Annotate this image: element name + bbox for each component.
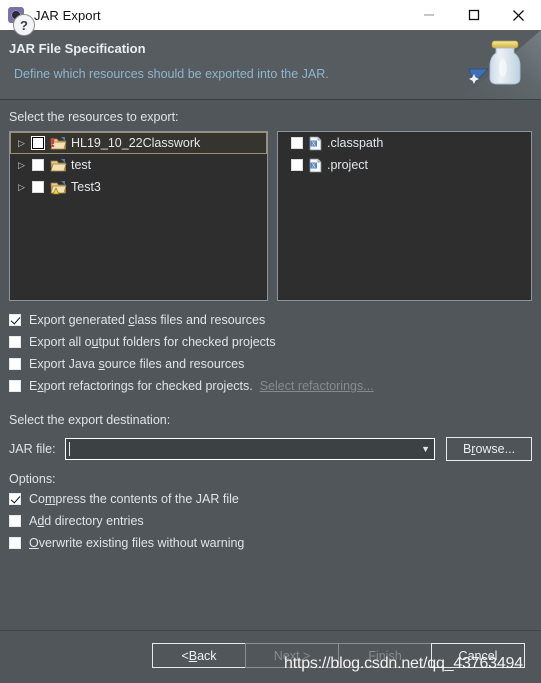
- wizard-header: JAR File Specification Define which reso…: [0, 30, 541, 100]
- option-checkbox[interactable]: [9, 336, 21, 348]
- page-subtitle: Define which resources should be exporte…: [14, 67, 329, 81]
- watermark: https://blog.csdn.net/qq_43763494: [284, 655, 523, 672]
- select-refactorings-link: Select refactorings...: [259, 379, 374, 393]
- option-checkbox[interactable]: [9, 515, 21, 527]
- tree-checkbox[interactable]: [32, 137, 44, 149]
- file-label: .classpath: [327, 136, 384, 150]
- tree-row[interactable]: ▷ Test3: [10, 176, 267, 198]
- option-export-java-source-files[interactable]: Export Java source files and resources: [9, 353, 532, 375]
- option-add-directory-entries[interactable]: Add directory entries: [9, 510, 532, 532]
- next-mnemonic: N: [273, 648, 283, 663]
- tree-row-label: Test3: [71, 180, 101, 194]
- browse-label-post: owse...: [475, 442, 516, 456]
- jar-export-dialog: JAR Export JAR File Specification Define…: [0, 0, 541, 683]
- option-checkbox[interactable]: [9, 537, 21, 549]
- window-controls: [406, 0, 541, 30]
- close-icon[interactable]: [496, 0, 541, 30]
- project-tree[interactable]: ▷ HL19_10_22Classwork ▷ test ▷ Test3: [9, 131, 268, 301]
- option-compress-contents[interactable]: Compress the contents of the JAR file: [9, 488, 532, 510]
- svg-text:X: X: [312, 141, 317, 147]
- option-checkbox[interactable]: [9, 380, 21, 392]
- option-checkbox[interactable]: [9, 493, 21, 505]
- option-checkbox[interactable]: [9, 314, 21, 326]
- resources-label: Select the resources to export:: [9, 110, 179, 124]
- export-options-group: Export generated class files and resourc…: [9, 309, 532, 397]
- expand-arrow-icon[interactable]: ▷: [18, 138, 32, 148]
- option-export-all-output-folders[interactable]: Export all output folders for checked pr…: [9, 331, 532, 353]
- option-label-post: press the contents of the JAR file: [55, 492, 239, 506]
- expand-arrow-icon[interactable]: ▷: [18, 160, 32, 170]
- option-label-pre: Co: [29, 492, 45, 506]
- page-title: JAR File Specification: [9, 41, 146, 56]
- text-caret: [69, 442, 70, 456]
- option-label-post: lass files and resources: [134, 313, 266, 327]
- jar-file-combo[interactable]: ▼: [65, 438, 435, 460]
- resource-panels: ▷ HL19_10_22Classwork ▷ test ▷ Test3 X .…: [9, 131, 532, 301]
- back-label-post: ack: [197, 648, 217, 663]
- jar-file-label: JAR file:: [9, 442, 56, 456]
- option-export-refactorings[interactable]: Export refactorings for checked projects…: [9, 375, 532, 397]
- xml-file-icon: X: [309, 158, 322, 173]
- options-label: Options:: [9, 472, 56, 486]
- option-label-post: d directory entries: [44, 514, 144, 528]
- project-folder-warning-icon: [50, 180, 67, 195]
- option-label-post: ource files and resources: [104, 357, 245, 371]
- file-checkbox[interactable]: [291, 137, 303, 149]
- option-label-post: port refactorings for checked projects.: [43, 379, 253, 393]
- jar-bottle-icon: [455, 30, 541, 99]
- option-export-generated-class-files[interactable]: Export generated class files and resourc…: [9, 309, 532, 331]
- option-label-post: verwrite existing files without warning: [38, 536, 245, 550]
- xml-file-icon: X: [309, 136, 322, 151]
- list-item[interactable]: X .project: [278, 154, 531, 176]
- option-label-pre: Export generated: [29, 313, 129, 327]
- project-folder-icon: [50, 158, 67, 173]
- option-overwrite-existing-files[interactable]: Overwrite existing files without warning: [9, 532, 532, 554]
- back-button[interactable]: < Back: [152, 643, 246, 668]
- title-bar: JAR Export: [0, 0, 541, 30]
- option-mnemonic: m: [44, 492, 56, 506]
- resource-file-list[interactable]: X .classpath X .project: [277, 131, 532, 301]
- option-mnemonic: O: [29, 536, 39, 550]
- tree-row-label: HL19_10_22Classwork: [71, 136, 201, 150]
- tree-checkbox[interactable]: [32, 181, 44, 193]
- maximize-icon[interactable]: [451, 0, 496, 30]
- file-checkbox[interactable]: [291, 159, 303, 171]
- back-label-pre: <: [181, 648, 189, 663]
- browse-label-pre: B: [462, 442, 472, 456]
- window-title: JAR Export: [34, 7, 101, 23]
- options-group: Compress the contents of the JAR file Ad…: [9, 488, 532, 554]
- svg-text:X: X: [312, 163, 317, 169]
- tree-checkbox[interactable]: [32, 159, 44, 171]
- option-checkbox[interactable]: [9, 358, 21, 370]
- project-folder-error-icon: [50, 136, 67, 151]
- option-label-pre: Export all o: [29, 335, 92, 349]
- back-mnemonic: B: [188, 648, 198, 663]
- option-label-post: tput folders for checked projects: [98, 335, 276, 349]
- tree-row[interactable]: ▷ HL19_10_22Classwork: [10, 132, 267, 154]
- tree-row[interactable]: ▷ test: [10, 154, 267, 176]
- help-icon[interactable]: ?: [13, 14, 35, 36]
- minimize-icon[interactable]: [406, 0, 451, 30]
- expand-arrow-icon[interactable]: ▷: [18, 182, 32, 192]
- list-item[interactable]: X .classpath: [278, 132, 531, 154]
- browse-button[interactable]: Br owse...: [446, 437, 532, 461]
- option-label-pre: Export Java: [29, 357, 99, 371]
- destination-label: Select the export destination:: [9, 413, 171, 427]
- tree-row-label: test: [71, 158, 92, 172]
- chevron-down-icon[interactable]: ▼: [421, 439, 430, 459]
- file-label: .project: [327, 158, 368, 172]
- dialog-body: Select the resources to export: ▷ HL19_1…: [0, 100, 541, 554]
- jar-file-row: JAR file: ▼ Br owse...: [9, 437, 532, 461]
